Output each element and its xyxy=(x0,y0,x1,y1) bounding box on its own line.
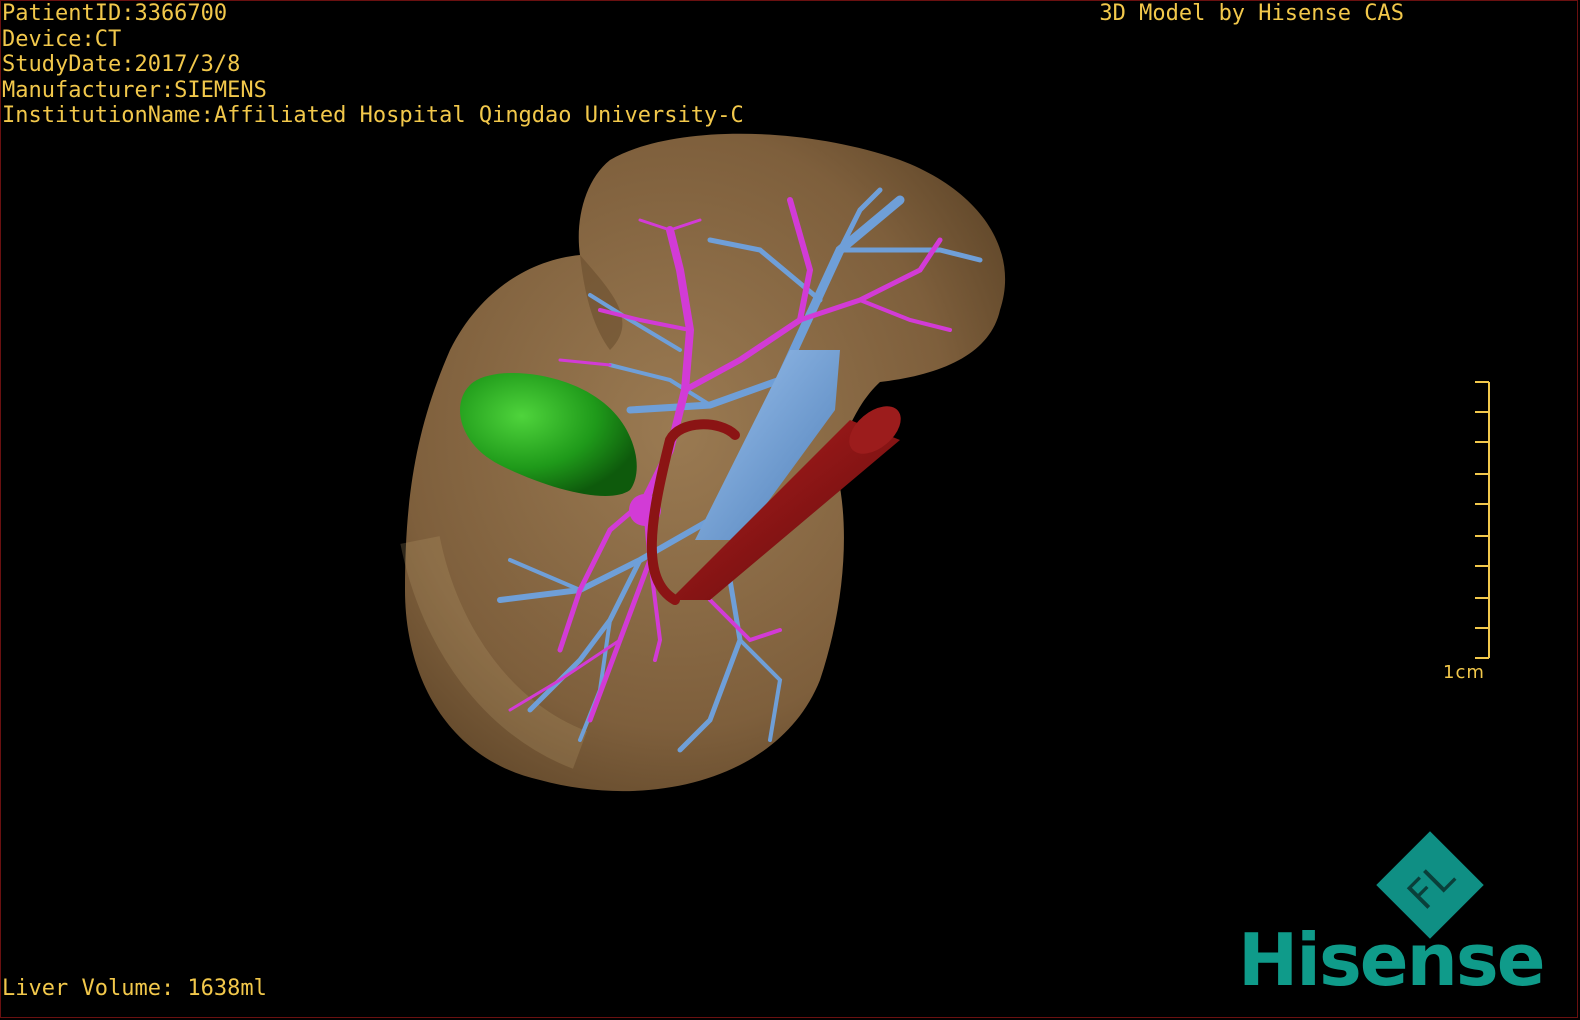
scale-bar xyxy=(1475,381,1490,659)
liver-3d-model[interactable] xyxy=(380,120,1080,820)
dicom-info-overlay: PatientID:3366700 Device:CT StudyDate:20… xyxy=(2,1,744,129)
device-text: Device:CT xyxy=(2,26,122,52)
patient-id-text: PatientID:3366700 xyxy=(2,1,228,26)
model-brand-title: 3D Model by Hisense CAS xyxy=(1099,1,1404,26)
study-date-text: StudyDate:2017/3/8 xyxy=(2,52,241,77)
liver-surface xyxy=(400,133,1006,792)
scale-label: 1cm xyxy=(1443,662,1485,683)
hisense-logo-word: Hisense xyxy=(1238,918,1546,1002)
liver-volume-text: Liver Volume: 1638ml xyxy=(2,976,267,1001)
manufacturer-text: Manufacturer:SIEMENS xyxy=(2,77,267,103)
